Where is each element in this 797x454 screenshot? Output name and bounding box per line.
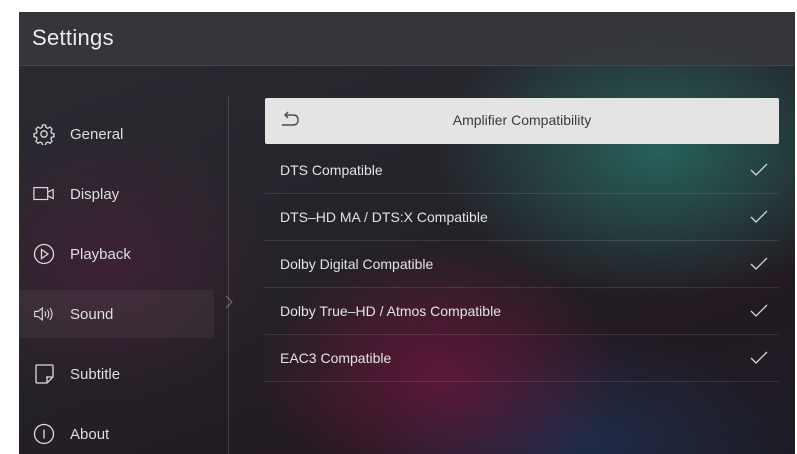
chevron-right-icon [225,295,233,309]
sidebar-item-label: Display [70,185,120,203]
sidebar-item-label: Playback [70,245,131,263]
option-label: EAC3 Compatible [280,350,392,366]
panel-title: Amplifier Compatibility [452,112,592,128]
check-icon [750,163,768,176]
check-icon [750,351,768,364]
sidebar-item-label: General [70,125,124,143]
option-label: Dolby Digital Compatible [280,256,434,272]
option-dolby-digital[interactable]: Dolby Digital Compatible [265,241,779,288]
page-title: Settings [32,25,114,50]
sidebar: General Display Playback Sound Subtitle … [19,65,229,454]
check-icon [750,304,768,317]
option-label: Dolby True–HD / Atmos Compatible [280,303,501,319]
check-icon [750,210,768,223]
sidebar-item-about[interactable]: About [19,410,214,454]
option-dts[interactable]: DTS Compatible [265,147,779,194]
option-dts-hd-ma[interactable]: DTS–HD MA / DTS:X Compatible [265,194,779,241]
sidebar-item-label: Sound [70,305,114,323]
gear-icon [33,123,55,145]
sidebar-item-sound[interactable]: Sound [19,290,214,338]
check-icon [750,257,768,270]
title-bar: Settings [19,12,795,66]
sidebar-item-general[interactable]: General [19,110,214,158]
option-dolby-truehd[interactable]: Dolby True–HD / Atmos Compatible [265,288,779,335]
sidebar-item-playback[interactable]: Playback [19,230,214,278]
sidebar-item-subtitle[interactable]: Subtitle [19,350,214,398]
subtitle-icon [33,363,55,385]
amplifier-compatibility-header[interactable]: Amplifier Compatibility [265,98,779,144]
speaker-icon [33,303,55,325]
sidebar-item-display[interactable]: Display [19,170,214,218]
option-label: DTS Compatible [280,162,383,178]
option-eac3[interactable]: EAC3 Compatible [265,335,779,382]
option-label: DTS–HD MA / DTS:X Compatible [280,209,488,225]
settings-screen: Settings General Display Playback Sound … [19,12,795,454]
display-icon [33,183,55,205]
sidebar-item-label: Subtitle [70,365,121,383]
sidebar-divider [228,96,229,454]
sidebar-item-label: About [70,425,110,443]
play-circle-icon [33,243,55,265]
info-icon [33,423,55,445]
